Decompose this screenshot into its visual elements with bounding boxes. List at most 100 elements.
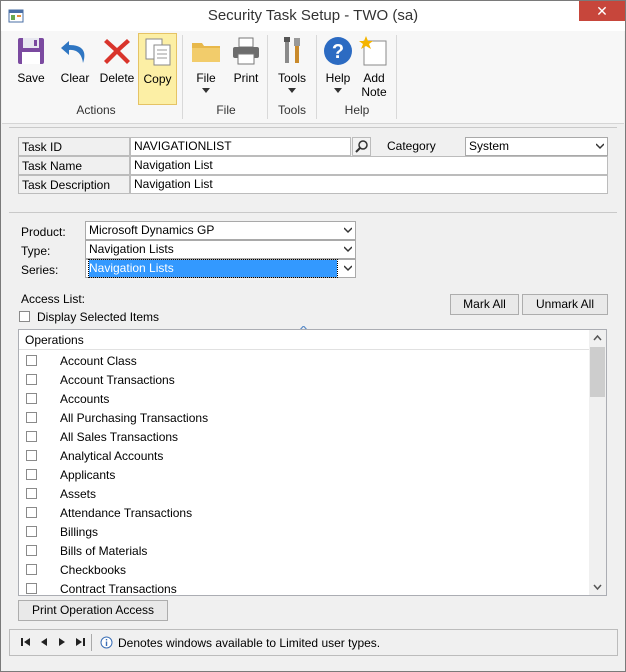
help-label: Help xyxy=(325,71,351,85)
group-separator xyxy=(267,35,268,119)
file-button[interactable]: File xyxy=(188,33,224,105)
task-id-label: Task ID xyxy=(18,137,130,156)
table-row[interactable]: Account Transactions xyxy=(19,371,589,390)
status-bar: Denotes windows available to Limited use… xyxy=(9,629,618,656)
group-label-help: Help xyxy=(344,103,370,117)
product-select[interactable]: Microsoft Dynamics GP xyxy=(85,221,356,240)
table-row[interactable]: Checkbooks xyxy=(19,561,589,580)
row-checkbox[interactable] xyxy=(26,564,37,575)
save-button[interactable]: Save xyxy=(14,33,48,105)
task-name-input[interactable]: Navigation List xyxy=(130,156,608,175)
file-label: File xyxy=(196,71,216,85)
last-record-icon[interactable] xyxy=(74,636,86,648)
scroll-up-icon[interactable] xyxy=(593,334,602,343)
series-select[interactable]: Navigation Lists xyxy=(85,259,356,278)
copy-icon xyxy=(145,38,170,66)
operation-name: Checkbooks xyxy=(60,563,127,577)
table-row[interactable]: Accounts xyxy=(19,390,589,409)
copy-label: Copy xyxy=(143,72,172,86)
operation-name: Account Class xyxy=(60,354,137,368)
help-button[interactable]: ? Help xyxy=(320,33,356,105)
title-bar: Security Task Setup - TWO (sa) ✕ xyxy=(1,1,625,31)
row-checkbox[interactable] xyxy=(26,545,37,556)
close-button[interactable]: ✕ xyxy=(579,1,625,21)
row-checkbox[interactable] xyxy=(26,488,37,499)
display-selected-checkbox[interactable] xyxy=(19,311,30,322)
task-name-label: Task Name xyxy=(18,156,130,175)
access-list-label: Access List: xyxy=(21,292,86,306)
table-row[interactable]: Attendance Transactions xyxy=(19,504,589,523)
row-checkbox[interactable] xyxy=(26,450,37,461)
display-selected-label: Display Selected Items xyxy=(37,310,160,324)
tools-button[interactable]: Tools xyxy=(274,33,310,105)
type-select[interactable]: Navigation Lists xyxy=(85,240,356,259)
row-checkbox[interactable] xyxy=(26,431,37,442)
operation-name: Attendance Transactions xyxy=(60,506,193,520)
group-separator xyxy=(316,35,317,119)
operation-name: Contract Transactions xyxy=(60,582,177,596)
delete-label: Delete xyxy=(99,71,135,85)
lookup-icon[interactable] xyxy=(352,137,371,156)
vertical-scrollbar[interactable] xyxy=(589,330,606,595)
task-description-input[interactable]: Navigation List xyxy=(130,175,608,194)
chevron-down-icon xyxy=(596,143,604,150)
row-checkbox[interactable] xyxy=(26,393,37,404)
print-operation-access-button[interactable]: Print Operation Access xyxy=(18,600,168,621)
mark-all-button[interactable]: Mark All xyxy=(450,294,519,315)
svg-text:?: ? xyxy=(332,41,344,63)
table-row[interactable]: Analytical Accounts xyxy=(19,447,589,466)
table-row[interactable]: All Sales Transactions xyxy=(19,428,589,447)
group-separator xyxy=(396,35,397,119)
operation-name: All Purchasing Transactions xyxy=(60,411,209,425)
info-icon xyxy=(100,636,113,649)
row-checkbox[interactable] xyxy=(26,412,37,423)
table-row[interactable]: Applicants xyxy=(19,466,589,485)
operation-name: Bills of Materials xyxy=(60,544,148,558)
row-checkbox[interactable] xyxy=(26,507,37,518)
operation-name: Billings xyxy=(60,525,99,539)
previous-record-icon[interactable] xyxy=(38,636,50,648)
row-checkbox[interactable] xyxy=(26,583,37,594)
group-label-actions: Actions xyxy=(76,103,116,117)
series-value: Navigation Lists xyxy=(88,259,338,278)
table-row[interactable]: All Purchasing Transactions xyxy=(19,409,589,428)
table-row[interactable]: Bills of Materials xyxy=(19,542,589,561)
next-record-icon[interactable] xyxy=(56,636,68,648)
delete-button[interactable]: Delete xyxy=(98,33,136,105)
operation-name: Analytical Accounts xyxy=(60,449,164,463)
dropdown-arrow-icon xyxy=(288,88,296,93)
row-checkbox[interactable] xyxy=(26,355,37,366)
clear-button[interactable]: Clear xyxy=(58,33,92,105)
scrollbar-thumb[interactable] xyxy=(590,347,605,397)
clear-label: Clear xyxy=(60,71,90,85)
print-label: Print xyxy=(233,71,259,85)
category-select[interactable]: System xyxy=(465,137,608,156)
operation-name: Applicants xyxy=(60,468,116,482)
row-checkbox[interactable] xyxy=(26,374,37,385)
table-row[interactable]: Billings xyxy=(19,523,589,542)
tools-label: Tools xyxy=(277,71,306,85)
scroll-down-icon[interactable] xyxy=(593,582,602,591)
dropdown-arrow-icon xyxy=(334,88,342,93)
window-title: Security Task Setup - TWO (sa) xyxy=(207,7,419,24)
product-label: Product: xyxy=(21,225,66,239)
chevron-down-icon xyxy=(344,246,352,253)
copy-button[interactable]: Copy xyxy=(138,33,177,105)
row-checkbox[interactable] xyxy=(26,469,37,480)
dropdown-arrow-icon xyxy=(202,88,210,93)
table-row[interactable]: Contract Transactions xyxy=(19,580,589,596)
task-id-input[interactable]: NAVIGATIONLIST xyxy=(130,137,351,156)
add-note-button[interactable]: Add Note xyxy=(356,33,392,105)
operations-column-header[interactable]: Operations xyxy=(19,330,589,350)
print-button[interactable]: Print xyxy=(228,33,264,105)
first-record-icon[interactable] xyxy=(20,636,32,648)
row-checkbox[interactable] xyxy=(26,526,37,537)
category-value: System xyxy=(469,139,510,153)
operation-name: Account Transactions xyxy=(60,373,175,387)
unmark-all-button[interactable]: Unmark All xyxy=(522,294,608,315)
table-row[interactable]: Account Class xyxy=(19,352,589,371)
operation-name: Accounts xyxy=(60,392,110,406)
type-value: Navigation Lists xyxy=(89,242,174,256)
table-row[interactable]: Assets xyxy=(19,485,589,504)
operation-name: Assets xyxy=(60,487,97,501)
